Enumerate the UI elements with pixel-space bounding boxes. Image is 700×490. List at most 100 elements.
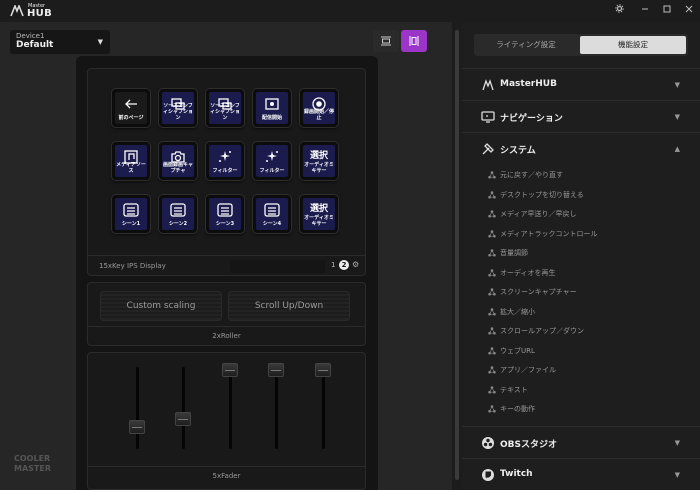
- page-2-button[interactable]: 2: [339, 260, 349, 270]
- system-function-item[interactable]: デスクトップを切り替える: [488, 186, 688, 205]
- sparkle-icon: [266, 151, 278, 162]
- fader-knob-1[interactable]: [129, 420, 145, 435]
- function-item-label: メディアトラックコントロール: [500, 229, 598, 238]
- chevron-down-icon: ▼: [674, 113, 680, 121]
- device-body: 前のページ ソースコンフィシャフション ソースコンフィシャフション 配信開始 録画開始／…: [76, 56, 378, 490]
- lcd-key-8[interactable]: フィルター: [206, 142, 244, 180]
- chevron-up-icon: ▲: [674, 145, 680, 153]
- single-view-button[interactable]: [373, 30, 399, 52]
- lcd-key-4[interactable]: 配信開始: [253, 89, 291, 127]
- roller-right[interactable]: Scroll Up/Down: [228, 291, 350, 321]
- keypad-module: 前のページ ソースコンフィシャフション ソースコンフィシャフション 配信開始 録画開始／…: [87, 68, 366, 276]
- fader-track-4[interactable]: [275, 367, 278, 449]
- lcd-key-9[interactable]: フィルター: [253, 142, 291, 180]
- lcd-key-1[interactable]: 前のページ: [112, 89, 150, 127]
- lcd-key-13[interactable]: シーン3: [206, 195, 244, 233]
- fader-knob-3[interactable]: [222, 363, 238, 377]
- page-1-button[interactable]: 1: [331, 261, 335, 269]
- fader-track-1[interactable]: [136, 367, 139, 449]
- section-system[interactable]: システム ▲: [462, 132, 700, 164]
- brand-line-2: MASTER: [14, 464, 51, 473]
- fader-knob-2[interactable]: [175, 412, 191, 427]
- system-function-item[interactable]: 音量調節: [488, 244, 688, 263]
- system-function-item[interactable]: アプリ／ファイル: [488, 361, 688, 380]
- back-arrow-icon: [125, 99, 137, 109]
- lcd-key-6[interactable]: メディアソース: [112, 142, 150, 180]
- system-function-item[interactable]: オーディオを再生: [488, 264, 688, 283]
- fader-track-5[interactable]: [322, 367, 325, 449]
- chevron-down-icon: ▼: [674, 81, 680, 89]
- obs-icon: [482, 436, 494, 449]
- tab-function-settings[interactable]: 機能設定: [580, 36, 686, 54]
- key-face: 前のページ: [115, 92, 147, 124]
- key-label: オーディオミキサー: [304, 162, 334, 174]
- system-function-item[interactable]: ウェブURL: [488, 342, 688, 361]
- system-function-item[interactable]: テキスト: [488, 381, 688, 400]
- maximize-button[interactable]: [660, 4, 674, 18]
- lcd-key-12[interactable]: シーン2: [159, 195, 197, 233]
- system-function-item[interactable]: 拡大／縮小: [488, 303, 688, 322]
- device-dropdown[interactable]: Device1 Default ▼: [10, 30, 110, 54]
- keypad-settings-icon[interactable]: ⚙: [352, 260, 359, 269]
- lcd-key-2[interactable]: ソースコンフィシャフション: [159, 89, 197, 127]
- system-function-item[interactable]: キーの動作: [488, 400, 688, 419]
- fader-track-2[interactable]: [182, 367, 185, 449]
- section-twitch[interactable]: Twitch ▼: [462, 457, 700, 490]
- close-icon: [685, 5, 693, 13]
- minimize-button[interactable]: [638, 4, 652, 18]
- settings-gear-button[interactable]: [612, 4, 626, 18]
- lcd-key-5[interactable]: 録画開始／停止: [300, 89, 338, 127]
- key-label: フィルター: [212, 168, 238, 174]
- single-panel-icon: [381, 36, 391, 46]
- fader-knob-4[interactable]: [268, 363, 284, 377]
- system-function-item[interactable]: スクリーンキャプチャー: [488, 283, 688, 302]
- device-profile-value: Default: [16, 40, 54, 50]
- function-item-label: 元に戻す／やり直す: [500, 171, 563, 179]
- section-obs[interactable]: OBSスタジオ ▼: [462, 425, 700, 458]
- fader-knob-5[interactable]: [315, 363, 331, 377]
- function-item-label: テキスト: [500, 385, 528, 394]
- tab-lighting-settings[interactable]: ライティング設定: [476, 36, 576, 54]
- split-view-button[interactable]: [401, 30, 427, 52]
- key-face: フィルター: [256, 145, 288, 177]
- close-button[interactable]: [682, 4, 696, 18]
- lcd-key-3[interactable]: ソースコンフィシャフション: [206, 89, 244, 127]
- system-function-item[interactable]: 元に戻す／やり直す: [488, 166, 688, 185]
- system-function-item[interactable]: メディア早送り／早戻し: [488, 205, 688, 224]
- key-face: シーン1: [115, 198, 147, 230]
- function-item-label: 拡大／縮小: [500, 307, 535, 316]
- masterhub-logo-mark-icon: [10, 5, 24, 17]
- key-face: 選択 オーディオミキサー: [303, 198, 335, 230]
- key-label: オーディオミキサー: [304, 215, 334, 227]
- key-face: 配信開始: [256, 92, 288, 124]
- system-function-item[interactable]: スクロールアップ／ダウン: [488, 322, 688, 341]
- key-label: 画面録画キャプチャ: [162, 162, 193, 174]
- function-node-icon: [488, 229, 496, 237]
- lcd-key-10[interactable]: 選択 オーディオミキサー: [300, 142, 338, 180]
- key-big-text: 選択: [309, 151, 328, 161]
- section-label: MasterHUB: [500, 79, 557, 89]
- roller-left[interactable]: Custom scaling: [100, 291, 222, 321]
- lcd-key-11[interactable]: シーン1: [112, 195, 150, 233]
- function-item-label: アプリ／ファイル: [500, 366, 556, 374]
- lcd-key-7[interactable]: 画面録画キャプチャ: [159, 142, 197, 180]
- key-face: フィルター: [209, 145, 241, 177]
- key-face: シーン4: [256, 198, 288, 230]
- live-icon: [265, 98, 279, 110]
- fader-title: 5xFader: [88, 466, 365, 486]
- key-label: シーン4: [262, 221, 282, 227]
- function-node-icon: [488, 268, 496, 276]
- section-masterhub[interactable]: MasterHUB ▼: [462, 68, 700, 100]
- key-face: メディアソース: [115, 145, 147, 177]
- sparkle-icon: [219, 151, 231, 162]
- lcd-key-14[interactable]: シーン4: [253, 195, 291, 233]
- left-pane-scrollbar[interactable]: [455, 30, 459, 480]
- section-navigation[interactable]: ナビゲーション ▼: [462, 100, 700, 132]
- function-node-icon: [488, 171, 496, 179]
- lcd-key-15[interactable]: 選択 オーディオミキサー: [300, 195, 338, 233]
- function-item-label: 音量調節: [500, 249, 528, 257]
- system-function-item[interactable]: メディアトラックコントロール: [488, 225, 688, 244]
- key-face: シーン3: [209, 198, 241, 230]
- chevron-down-icon: ▼: [674, 438, 680, 447]
- fader-track-3[interactable]: [229, 367, 232, 449]
